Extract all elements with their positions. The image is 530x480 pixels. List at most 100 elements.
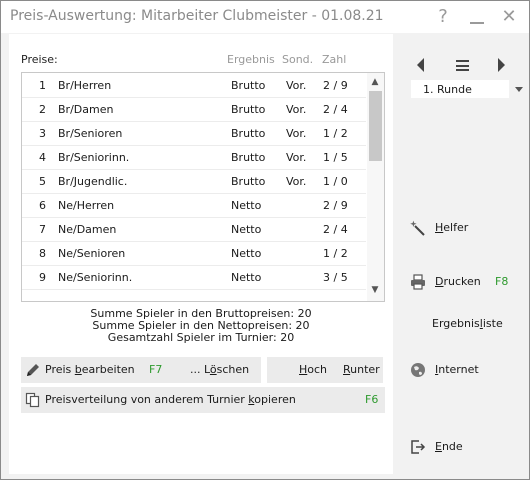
chevron-down-icon[interactable] xyxy=(515,87,523,92)
results-text-a: Ergebnis xyxy=(432,317,480,330)
row-number: 2 xyxy=(39,103,46,116)
row-sond: Vor. xyxy=(286,175,307,188)
title-bar: Preis-Auswertung: Mitarbeiter Clubmeiste… xyxy=(1,1,529,33)
row-name: Ne/Seniorinn. xyxy=(58,271,133,284)
row-name: Br/Herren xyxy=(58,79,112,92)
row-name: Ne/Damen xyxy=(58,223,117,236)
menu-icon[interactable] xyxy=(456,60,469,71)
table-row[interactable]: 1 Br/Herren Brutto Vor. 2 / 9 xyxy=(22,73,366,98)
row-name: Br/Jugendlic. xyxy=(58,175,128,188)
printer-icon xyxy=(411,274,425,290)
copy-toolbar: Preisverteilung von anderem Turnier kopi… xyxy=(21,387,385,413)
helper-button[interactable]: Helfer xyxy=(409,219,519,241)
row-ergebnis: Netto xyxy=(231,271,262,284)
scroll-thumb[interactable] xyxy=(369,91,382,161)
move-up-button[interactable]: Hoch xyxy=(299,357,327,383)
results-text-b: iste xyxy=(482,317,503,330)
row-ergebnis: Brutto xyxy=(231,103,266,116)
internet-button[interactable]: Internet xyxy=(409,361,519,383)
previous-round-icon[interactable] xyxy=(417,58,424,72)
table-row[interactable]: 4 Br/Seniorinn. Brutto Vor. 1 / 5 xyxy=(22,145,366,170)
delete-button[interactable]: ... Löschen xyxy=(190,357,249,383)
table-row[interactable]: 6 Ne/Herren Netto 2 / 9 xyxy=(22,193,366,218)
row-sond: Vor. xyxy=(286,127,307,140)
internet-text: nternet xyxy=(438,363,479,376)
end-hotkey: E xyxy=(435,440,442,453)
pencil-icon xyxy=(27,364,39,376)
copy-label-a: Preisverteilung von anderem Turnier xyxy=(45,393,249,406)
end-button[interactable]: Ende xyxy=(409,438,489,460)
next-round-icon[interactable] xyxy=(498,58,505,72)
row-name: Br/Senioren xyxy=(58,127,123,140)
list-scrollbar[interactable]: ▲ ▼ xyxy=(367,73,384,301)
table-row[interactable]: 7 Ne/Damen Netto 2 / 4 xyxy=(22,217,366,242)
move-down-button[interactable]: Runter xyxy=(343,357,380,383)
row-zahl: 2 / 9 xyxy=(323,79,348,92)
edit-label-a: Preis xyxy=(45,363,75,376)
table-row[interactable]: 3 Br/Senioren Brutto Vor. 1 / 2 xyxy=(22,121,366,146)
row-ergebnis: Netto xyxy=(231,247,262,260)
table-row[interactable]: 8 Ne/Senioren Netto 1 / 2 xyxy=(22,241,366,266)
print-shortcut: F8 xyxy=(495,275,509,288)
row-name: Br/Damen xyxy=(58,103,114,116)
right-sidebar: 1. Runde Helfer Drucken F8 Ergebnisliste xyxy=(393,34,529,479)
copy-distribution-button[interactable]: Preisverteilung von anderem Turnier kopi… xyxy=(25,387,381,413)
helper-text: elfer xyxy=(443,221,469,234)
row-zahl: 1 / 2 xyxy=(323,127,348,140)
row-ergebnis: Brutto xyxy=(231,151,266,164)
close-icon[interactable]: ✕ xyxy=(497,5,521,29)
column-header-ergebnis: Ergebnis xyxy=(227,53,275,66)
exit-icon xyxy=(411,440,426,454)
summary-total: Gesamtzahl Spieler im Turnier: 20 xyxy=(107,331,295,344)
row-zahl: 1 / 2 xyxy=(323,247,348,260)
row-number: 1 xyxy=(39,79,46,92)
print-button[interactable]: Drucken F8 xyxy=(409,273,519,295)
scroll-down-icon[interactable]: ▼ xyxy=(370,285,380,295)
results-list-button[interactable]: Ergebnisliste xyxy=(432,315,512,333)
window-title: Preis-Auswertung: Mitarbeiter Clubmeiste… xyxy=(10,8,384,24)
row-sond: Vor. xyxy=(286,103,307,116)
row-number: 4 xyxy=(39,151,46,164)
help-icon[interactable]: ? xyxy=(431,5,455,29)
row-number: 5 xyxy=(39,175,46,188)
window: Preis-Auswertung: Mitarbeiter Clubmeiste… xyxy=(0,0,530,480)
delete-label-hotkey: ö xyxy=(209,363,217,376)
delete-label-a: ... L xyxy=(190,363,210,376)
row-ergebnis: Brutto xyxy=(231,175,266,188)
edit-label-hotkey: b xyxy=(74,363,82,376)
row-number: 6 xyxy=(39,199,46,212)
helper-label: Helfer xyxy=(435,221,468,234)
row-sond: Vor. xyxy=(286,151,307,164)
row-number: 7 xyxy=(39,223,46,236)
order-toolbar: Hoch Runter xyxy=(267,357,383,383)
column-header-sond: Sond. xyxy=(282,53,314,66)
prize-list[interactable]: 1 Br/Herren Brutto Vor. 2 / 9 2 Br/Damen… xyxy=(21,72,385,302)
row-ergebnis: Netto xyxy=(231,199,262,212)
row-zahl: 2 / 4 xyxy=(323,103,348,116)
copy-icon xyxy=(25,392,40,408)
row-zahl: 1 / 5 xyxy=(323,151,348,164)
prizes-label: Preise: xyxy=(21,53,58,66)
minimize-icon[interactable] xyxy=(465,5,489,29)
print-label: Drucken xyxy=(435,275,481,288)
table-row[interactable]: 5 Br/Jugendlic. Brutto Vor. 1 / 0 xyxy=(22,169,366,194)
main-panel: Preise: Ergebnis Sond. Zahl 1 Br/Herren … xyxy=(9,34,393,474)
print-text: rucken xyxy=(443,275,481,288)
table-row[interactable]: 9 Ne/Seniorinn. Netto 3 / 5 xyxy=(22,265,366,290)
row-zahl: 2 / 9 xyxy=(323,199,348,212)
row-number: 3 xyxy=(39,127,46,140)
row-zahl: 3 / 5 xyxy=(323,271,348,284)
row-name: Ne/Herren xyxy=(58,199,115,212)
globe-icon xyxy=(411,363,425,377)
down-label: unter xyxy=(350,363,380,376)
table-row[interactable]: 2 Br/Damen Brutto Vor. 2 / 4 xyxy=(22,97,366,122)
row-name: Ne/Senioren xyxy=(58,247,126,260)
scroll-up-icon[interactable]: ▲ xyxy=(370,77,380,87)
edit-shortcut: F7 xyxy=(149,363,163,376)
round-select-value: 1. Runde xyxy=(423,83,472,96)
row-ergebnis: Brutto xyxy=(231,127,266,140)
end-text: nde xyxy=(441,440,463,453)
round-select[interactable]: 1. Runde xyxy=(411,80,523,98)
row-ergebnis: Brutto xyxy=(231,79,266,92)
row-ergebnis: Netto xyxy=(231,223,262,236)
